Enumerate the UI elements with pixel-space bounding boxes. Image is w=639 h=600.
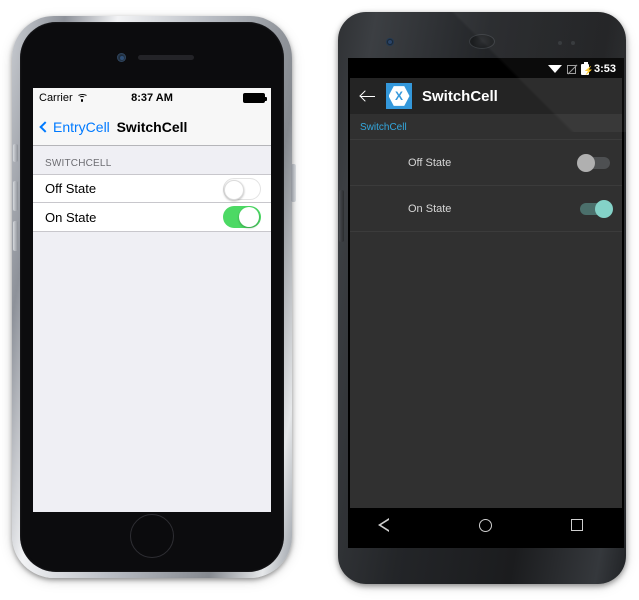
- list-item[interactable]: On State: [350, 186, 622, 232]
- table-row[interactable]: On State: [33, 203, 271, 231]
- ios-clock: 8:37 AM: [131, 92, 173, 104]
- ios-status-right: [243, 93, 267, 103]
- ios-row-label-off: Off State: [45, 181, 97, 196]
- nav-home-icon[interactable]: [478, 518, 492, 532]
- android-navigation-bar: [350, 508, 622, 542]
- android-row-label-off: Off State: [408, 156, 452, 169]
- iphone-body: Carrier 8:37 AM EntryCell SwitchCell SWI…: [12, 16, 296, 578]
- ios-navigation-bar: EntryCell SwitchCell: [33, 108, 271, 146]
- android-status-bar: ⚡ 3:53: [350, 60, 622, 78]
- iphone-volume-up-button[interactable]: [13, 181, 18, 211]
- ios-screen: Carrier 8:37 AM EntryCell SwitchCell SWI…: [33, 88, 271, 512]
- android-volume-button[interactable]: [339, 190, 344, 242]
- ios-section-header: SWITCHCELL: [45, 158, 112, 169]
- iphone-power-button[interactable]: [291, 164, 296, 202]
- android-device: ⚡ 3:53 X SwitchCell SwitchCell Off State…: [334, 10, 634, 590]
- screenshot-root: Carrier 8:37 AM EntryCell SwitchCell SWI…: [0, 0, 639, 600]
- android-app-bar: X SwitchCell: [350, 78, 622, 114]
- ios-switch-off-state[interactable]: [223, 177, 261, 200]
- android-switch-knob: [577, 153, 595, 172]
- android-switch-knob: [595, 199, 613, 218]
- android-switch-on-state[interactable]: [580, 199, 613, 218]
- ios-switch-knob: [239, 207, 259, 227]
- ios-switch-knob: [224, 179, 244, 200]
- android-row-label-on: On State: [408, 202, 452, 215]
- battery-charging-icon: ⚡: [580, 61, 594, 75]
- signal-off-icon: [566, 64, 576, 74]
- android-screen: ⚡ 3:53 X SwitchCell SwitchCell Off State…: [350, 60, 622, 542]
- iphone-silent-switch[interactable]: [13, 144, 18, 162]
- xamarin-hexagon: X: [388, 86, 410, 106]
- wifi-icon: [547, 65, 562, 73]
- xamarin-logo-letter: X: [394, 89, 403, 103]
- list-item[interactable]: Off State: [350, 140, 622, 186]
- iphone-device: Carrier 8:37 AM EntryCell SwitchCell SWI…: [8, 14, 296, 584]
- ios-page-title: SwitchCell: [116, 118, 188, 135]
- earpiece-speaker: [138, 55, 194, 60]
- front-camera-icon: [117, 53, 126, 62]
- proximity-sensors: [558, 41, 588, 45]
- android-switch-off-state[interactable]: [577, 153, 610, 172]
- ios-table-view: Off State On State: [33, 174, 271, 232]
- xamarin-logo-icon: X: [386, 83, 412, 109]
- android-clock: 3:53: [593, 63, 616, 75]
- ios-status-bar: Carrier 8:37 AM: [33, 88, 271, 108]
- android-content: SwitchCell Off State On State: [350, 114, 622, 508]
- iphone-home-button[interactable]: [130, 514, 174, 558]
- arrow-back-icon[interactable]: [360, 88, 376, 104]
- table-row[interactable]: Off State: [33, 175, 271, 203]
- ios-switch-on-state[interactable]: [223, 206, 261, 228]
- earpiece-speaker: [469, 34, 495, 49]
- android-body: ⚡ 3:53 X SwitchCell SwitchCell Off State…: [338, 12, 626, 584]
- front-camera-icon: [386, 38, 394, 46]
- ios-row-label-on: On State: [45, 209, 97, 225]
- android-page-title: SwitchCell: [422, 87, 498, 105]
- battery-full-icon: [243, 93, 267, 103]
- iphone-volume-down-button[interactable]: [13, 221, 18, 251]
- nav-back-icon[interactable]: [378, 518, 400, 532]
- nav-recents-icon[interactable]: [570, 519, 583, 531]
- android-section-header: SwitchCell: [360, 122, 407, 133]
